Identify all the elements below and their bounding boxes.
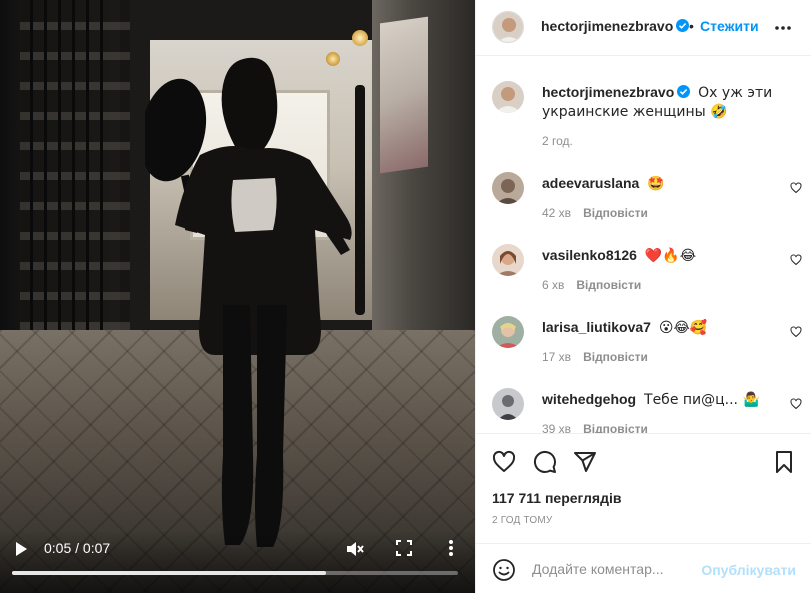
person-silhouette [145, 57, 365, 547]
more-options-icon[interactable] [774, 20, 792, 36]
comment-username[interactable]: larisa_liutikova7 [542, 319, 651, 335]
comment-input[interactable] [532, 558, 692, 580]
emoji-smiley-icon[interactable] [492, 558, 516, 582]
comment-username[interactable]: vasilenko8126 [542, 247, 637, 263]
comment-meta: 6 хв Відповісти [542, 278, 641, 292]
post-panel: hectorjimenezbravo • Стежити hectorjimen… [475, 0, 811, 593]
comment-icon[interactable] [533, 450, 557, 474]
comment-composer: Опублікувати [476, 543, 811, 593]
comments-list[interactable]: hectorjimenezbravo Ох уж эти украинские … [476, 57, 811, 433]
video-time: 0:05 / 0:07 [44, 540, 111, 556]
comment-text: 🤩 [647, 176, 665, 192]
avatar[interactable] [492, 81, 524, 113]
views-count[interactable]: 117 711 переглядів [492, 490, 621, 506]
verified-icon [676, 19, 690, 32]
like-comment-icon[interactable] [790, 182, 802, 194]
comment-text: 😮😂🥰 [658, 320, 708, 336]
caption-username[interactable]: hectorjimenezbravo [542, 84, 691, 100]
avatar[interactable] [492, 172, 524, 204]
avatar[interactable] [492, 244, 524, 276]
post-actions: 117 711 переглядів 2 ГОД ТОМУ [476, 433, 811, 543]
caption-time: 2 год. [542, 134, 573, 148]
comment-time: 39 хв [542, 422, 572, 433]
publish-button[interactable]: Опублікувати [701, 562, 796, 578]
reply-button[interactable]: Відповісти [583, 422, 648, 433]
post-timestamp[interactable]: 2 ГОД ТОМУ [492, 515, 552, 526]
avatar[interactable] [492, 388, 524, 420]
comment-time: 17 хв [542, 350, 572, 364]
follow-button[interactable]: Стежити [700, 18, 759, 34]
comment-meta: 42 хв Відповісти [542, 206, 648, 220]
header-username[interactable]: hectorjimenezbravo [541, 18, 690, 34]
like-comment-icon[interactable] [790, 326, 802, 338]
comment-text: ❤️🔥😂 [644, 248, 697, 264]
reply-button[interactable]: Відповісти [576, 278, 641, 292]
comment-meta: 39 хв Відповісти [542, 422, 648, 433]
comment-username[interactable]: adeevaruslana [542, 175, 639, 191]
mute-icon[interactable] [345, 539, 365, 559]
video-progress-bar[interactable] [12, 571, 458, 575]
comment-meta: 17 хв Відповісти [542, 350, 648, 364]
share-icon[interactable] [573, 450, 597, 474]
play-icon[interactable] [12, 540, 30, 558]
video-player[interactable]: 0:05 / 0:07 [0, 0, 475, 593]
avatar[interactable] [492, 11, 524, 43]
video-progress-fill [12, 571, 327, 575]
comment-time: 42 хв [542, 206, 572, 220]
video-more-icon[interactable] [442, 538, 460, 558]
reply-button[interactable]: Відповісти [583, 350, 648, 364]
comment-username[interactable]: witehedgehog [542, 391, 636, 407]
comment-text: Тебе пи@ц... 🤷‍♂️ [644, 392, 760, 408]
like-comment-icon[interactable] [790, 254, 802, 266]
verified-icon [677, 85, 691, 98]
save-bookmark-icon[interactable] [772, 450, 796, 474]
post-header: hectorjimenezbravo • Стежити [476, 0, 811, 56]
fullscreen-icon[interactable] [395, 539, 413, 557]
reply-button[interactable]: Відповісти [583, 206, 648, 220]
avatar[interactable] [492, 316, 524, 348]
video-controls: 0:05 / 0:07 [0, 530, 475, 593]
caption-text-block: hectorjimenezbravo Ох уж эти украинские … [542, 83, 782, 121]
like-comment-icon[interactable] [790, 398, 802, 410]
comment-time: 6 хв [542, 278, 565, 292]
header-separator: • [689, 18, 694, 34]
like-icon[interactable] [492, 450, 516, 474]
video-frame [0, 0, 475, 593]
